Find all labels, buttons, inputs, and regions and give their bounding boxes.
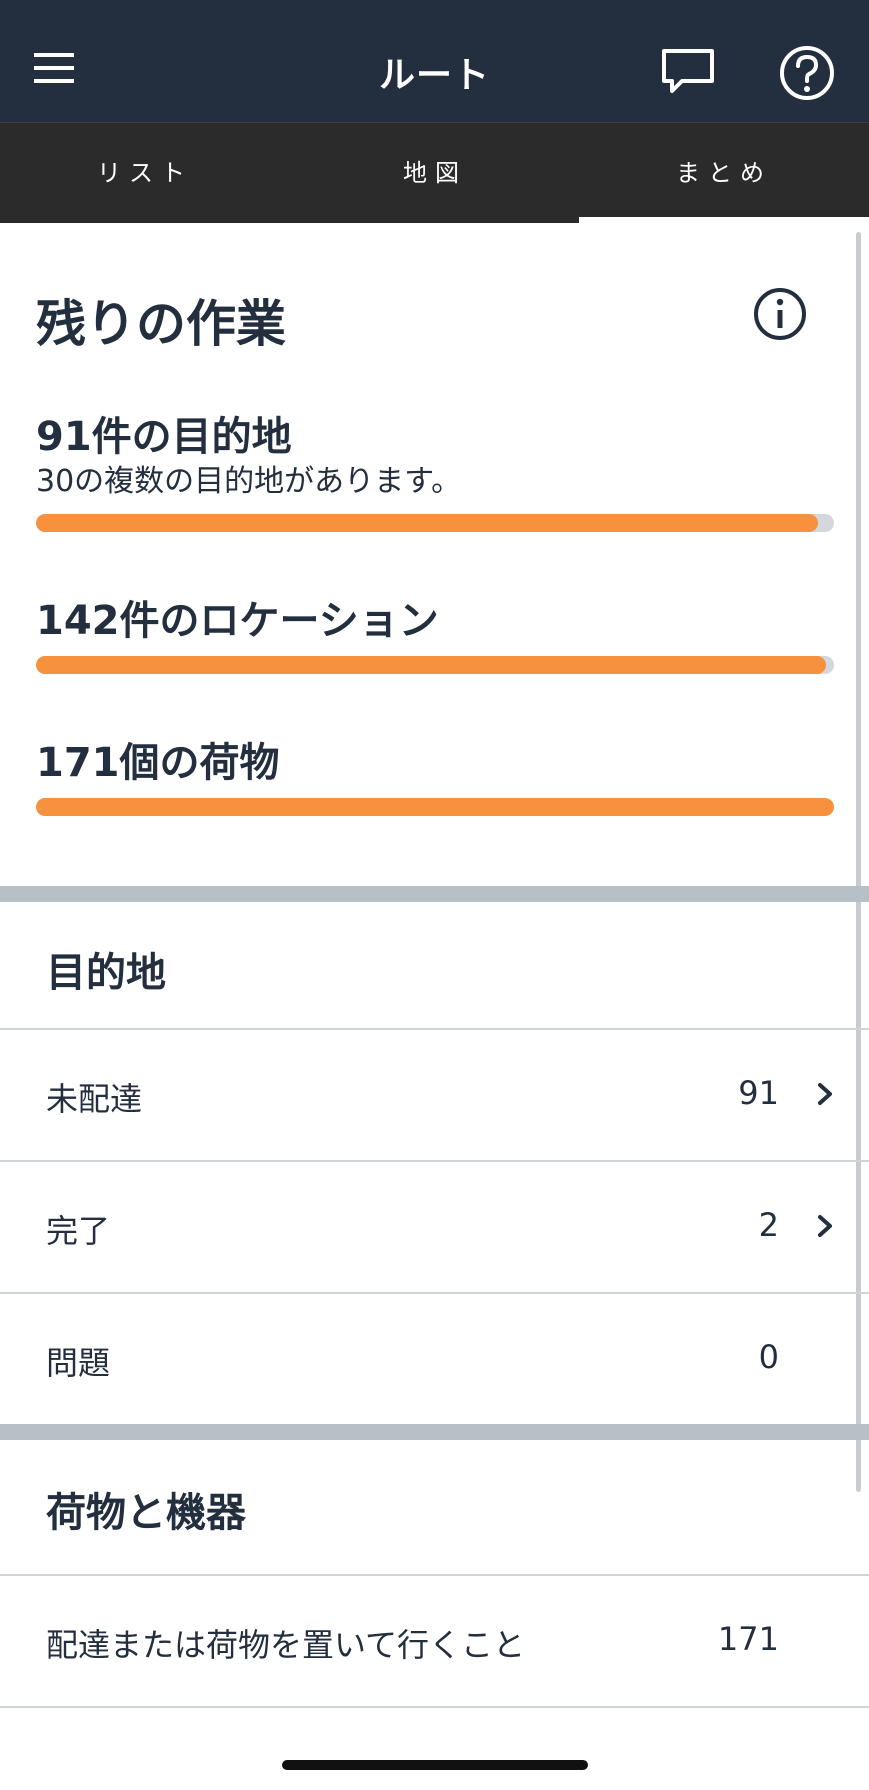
row-value: 2 [758,1206,779,1244]
progress-fill [36,656,827,674]
progress-bar-locations [36,656,834,674]
section-divider [0,1424,869,1440]
tab-list[interactable]: リスト [0,123,290,223]
page-title: ルート [378,55,490,96]
tab-summary[interactable]: まとめ [579,123,869,223]
row-value: 0 [758,1338,779,1376]
packages-equipment-title: 荷物と機器 [46,1490,246,1536]
chevron-right-icon [818,1083,832,1105]
active-tab-indicator [579,217,869,223]
metric-locations-title: 142件のロケーション [36,598,439,644]
metric-packages-title: 171個の荷物 [36,740,280,786]
remaining-work-title: 残りの作業 [36,295,286,353]
row-label: 問題 [46,1344,111,1382]
row-label: 配達または荷物を置いて行くこと [46,1626,526,1664]
row-undelivered[interactable]: 未配達 91 [0,1028,869,1160]
chat-icon[interactable] [658,44,718,100]
home-indicator [282,1760,588,1770]
row-deliver-or-leave: 配達または荷物を置いて行くこと 171 [0,1574,869,1708]
metric-destinations-title: 91件の目的地 [36,414,292,460]
progress-fill [36,798,834,816]
row-value: 91 [738,1074,779,1112]
destinations-title: 目的地 [46,950,166,996]
row-issues: 問題 0 [0,1292,869,1424]
tab-bar: リスト 地図 まとめ [0,122,869,223]
progress-fill [36,514,819,532]
section-divider [0,886,869,902]
info-icon[interactable] [752,286,808,342]
chevron-right-icon [818,1215,832,1237]
help-icon[interactable] [778,44,836,102]
progress-bar-packages [36,798,834,816]
metric-destinations-subtitle: 30の複数の目的地があります。 [36,464,462,499]
tab-map[interactable]: 地図 [290,123,580,223]
row-label: 完了 [46,1212,111,1250]
row-completed[interactable]: 完了 2 [0,1160,869,1292]
progress-bar-destinations [36,514,834,532]
row-value: 171 [717,1620,779,1658]
top-app-bar: ルート [0,0,869,122]
row-label: 未配達 [46,1080,143,1118]
